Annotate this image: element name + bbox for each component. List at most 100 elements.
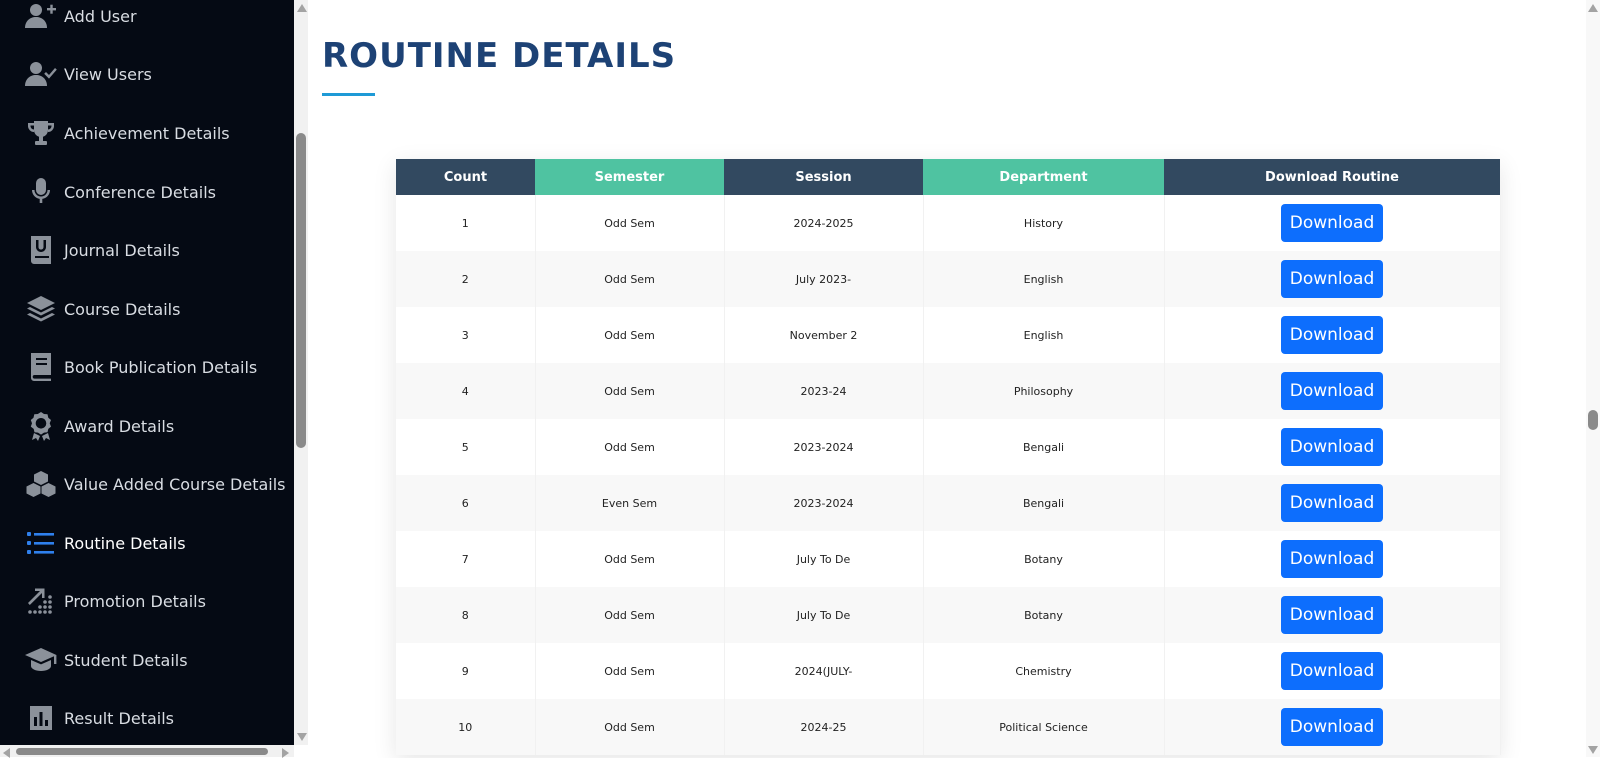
sidebar-item-label: View Users xyxy=(64,64,152,84)
journal-icon xyxy=(24,234,58,266)
cell-count: 3 xyxy=(396,307,536,363)
table-row: 3 Odd Sem November 2 English Download xyxy=(396,307,1501,363)
sidebar-item-label: Conference Details xyxy=(64,182,216,202)
sidebar-vertical-scrollbar[interactable] xyxy=(294,0,308,745)
column-header-session: Session xyxy=(724,159,923,195)
cell-session: July To De xyxy=(724,587,924,643)
cell-session: 2023-24 xyxy=(724,363,924,419)
sidebar-item-label: Result Details xyxy=(64,708,174,728)
table-row: 1 Odd Sem 2024-2025 History Download xyxy=(396,195,1501,251)
sidebar-item-label: Routine Details xyxy=(64,533,186,553)
sidebar-item-add-user[interactable]: Add User xyxy=(0,0,137,36)
scroll-up-arrow-icon[interactable] xyxy=(297,4,307,12)
title-underline xyxy=(322,93,375,96)
cell-count: 7 xyxy=(396,531,536,587)
cell-department: History xyxy=(923,195,1165,251)
cell-session: 2023-2024 xyxy=(724,419,924,475)
routine-table-container: Count Semester Session Department Downlo… xyxy=(396,159,1501,755)
sidebar-item-label: Student Details xyxy=(64,650,188,670)
layers-icon xyxy=(24,293,58,325)
download-button[interactable]: Download xyxy=(1281,260,1383,298)
cubes-icon xyxy=(24,468,58,500)
sidebar-item-result-details[interactable]: Result Details xyxy=(0,698,174,738)
cell-session: July 2023- xyxy=(724,251,924,307)
table-row: 7 Odd Sem July To De Botany Download xyxy=(396,531,1501,587)
cell-count: 8 xyxy=(396,587,536,643)
sidebar-item-course-details[interactable]: Course Details xyxy=(0,289,180,329)
download-button[interactable]: Download xyxy=(1281,484,1383,522)
page-scroll-up-arrow-icon[interactable] xyxy=(1588,4,1598,12)
sidebar-item-achievement-details[interactable]: Achievement Details xyxy=(0,113,230,153)
horizontal-scroll-thumb[interactable] xyxy=(16,748,268,755)
cell-semester: Odd Sem xyxy=(535,699,725,755)
trophy-icon xyxy=(24,117,58,149)
sidebar-item-award-details[interactable]: Award Details xyxy=(0,406,174,446)
sidebar-item-promotion-details[interactable]: Promotion Details xyxy=(0,581,206,621)
microphone-icon xyxy=(24,176,58,208)
page-vertical-scrollbar[interactable] xyxy=(1586,0,1600,757)
cell-download: Download xyxy=(1164,307,1501,363)
cell-semester: Odd Sem xyxy=(535,643,725,699)
sidebar-item-conference-details[interactable]: Conference Details xyxy=(0,172,216,212)
cell-department: Botany xyxy=(923,531,1165,587)
cell-department: Chemistry xyxy=(923,643,1165,699)
cell-session: 2024-25 xyxy=(724,699,924,755)
download-button[interactable]: Download xyxy=(1281,428,1383,466)
cell-session: 2024-2025 xyxy=(724,195,924,251)
cell-semester: Odd Sem xyxy=(535,363,725,419)
cell-semester: Even Sem xyxy=(535,475,725,531)
download-button[interactable]: Download xyxy=(1281,596,1383,634)
cell-count: 9 xyxy=(396,643,536,699)
cell-download: Download xyxy=(1164,531,1501,587)
sidebar-scroll-thumb[interactable] xyxy=(296,133,306,448)
sidebar-item-view-users[interactable]: View Users xyxy=(0,54,152,94)
sidebar-item-journal-details[interactable]: Journal Details xyxy=(0,230,180,270)
column-header-semester: Semester xyxy=(535,159,724,195)
cell-download: Download xyxy=(1164,251,1501,307)
download-button[interactable]: Download xyxy=(1281,316,1383,354)
cell-count: 10 xyxy=(396,699,536,755)
cell-download: Download xyxy=(1164,699,1501,755)
cell-department: Philosophy xyxy=(923,363,1165,419)
sidebar-item-value-added-course-details[interactable]: Value Added Course Details xyxy=(0,464,286,504)
sidebar-item-label: Achievement Details xyxy=(64,123,230,143)
book-icon xyxy=(24,351,58,383)
sidebar-horizontal-scrollbar[interactable] xyxy=(0,745,294,757)
cell-session: July To De xyxy=(724,531,924,587)
column-header-download-routine: Download Routine xyxy=(1164,159,1500,195)
download-button[interactable]: Download xyxy=(1281,708,1383,746)
sidebar-item-label: Book Publication Details xyxy=(64,357,258,377)
bar-chart-icon xyxy=(24,702,58,734)
chart-dots-icon xyxy=(24,585,58,617)
download-button[interactable]: Download xyxy=(1281,204,1383,242)
cell-count: 5 xyxy=(396,419,536,475)
cell-download: Download xyxy=(1164,475,1501,531)
table-row: 8 Odd Sem July To De Botany Download xyxy=(396,587,1501,643)
table-header-row: Count Semester Session Department Downlo… xyxy=(396,159,1500,195)
page-scroll-down-arrow-icon[interactable] xyxy=(1588,746,1598,754)
scroll-down-arrow-icon[interactable] xyxy=(297,733,307,741)
sidebar-item-label: Award Details xyxy=(64,416,175,436)
list-icon xyxy=(24,527,58,559)
cell-count: 2 xyxy=(396,251,536,307)
cell-download: Download xyxy=(1164,419,1501,475)
routine-table: Count Semester Session Department Downlo… xyxy=(396,159,1501,755)
cell-session: November 2 xyxy=(724,307,924,363)
download-button[interactable]: Download xyxy=(1281,540,1383,578)
page-scroll-thumb[interactable] xyxy=(1588,410,1598,430)
graduation-cap-icon xyxy=(24,644,58,676)
download-button[interactable]: Download xyxy=(1281,652,1383,690)
table-row: 10 Odd Sem 2024-25 Political Science Dow… xyxy=(396,699,1501,755)
cell-download: Download xyxy=(1164,587,1501,643)
cell-semester: Odd Sem xyxy=(535,587,725,643)
cell-session: 2024(JULY- xyxy=(724,643,924,699)
column-header-count: Count xyxy=(396,159,535,195)
cell-department: Bengali xyxy=(923,419,1165,475)
page-title: ROUTINE DETAILS xyxy=(322,36,677,76)
sidebar-item-routine-details[interactable]: Routine Details xyxy=(0,523,186,563)
cell-semester: Odd Sem xyxy=(535,251,725,307)
sidebar-item-student-details[interactable]: Student Details xyxy=(0,640,188,680)
sidebar-item-book-publication-details[interactable]: Book Publication Details xyxy=(0,347,257,387)
sidebar: Add User View Users Achievement Details … xyxy=(0,0,294,745)
download-button[interactable]: Download xyxy=(1281,372,1383,410)
